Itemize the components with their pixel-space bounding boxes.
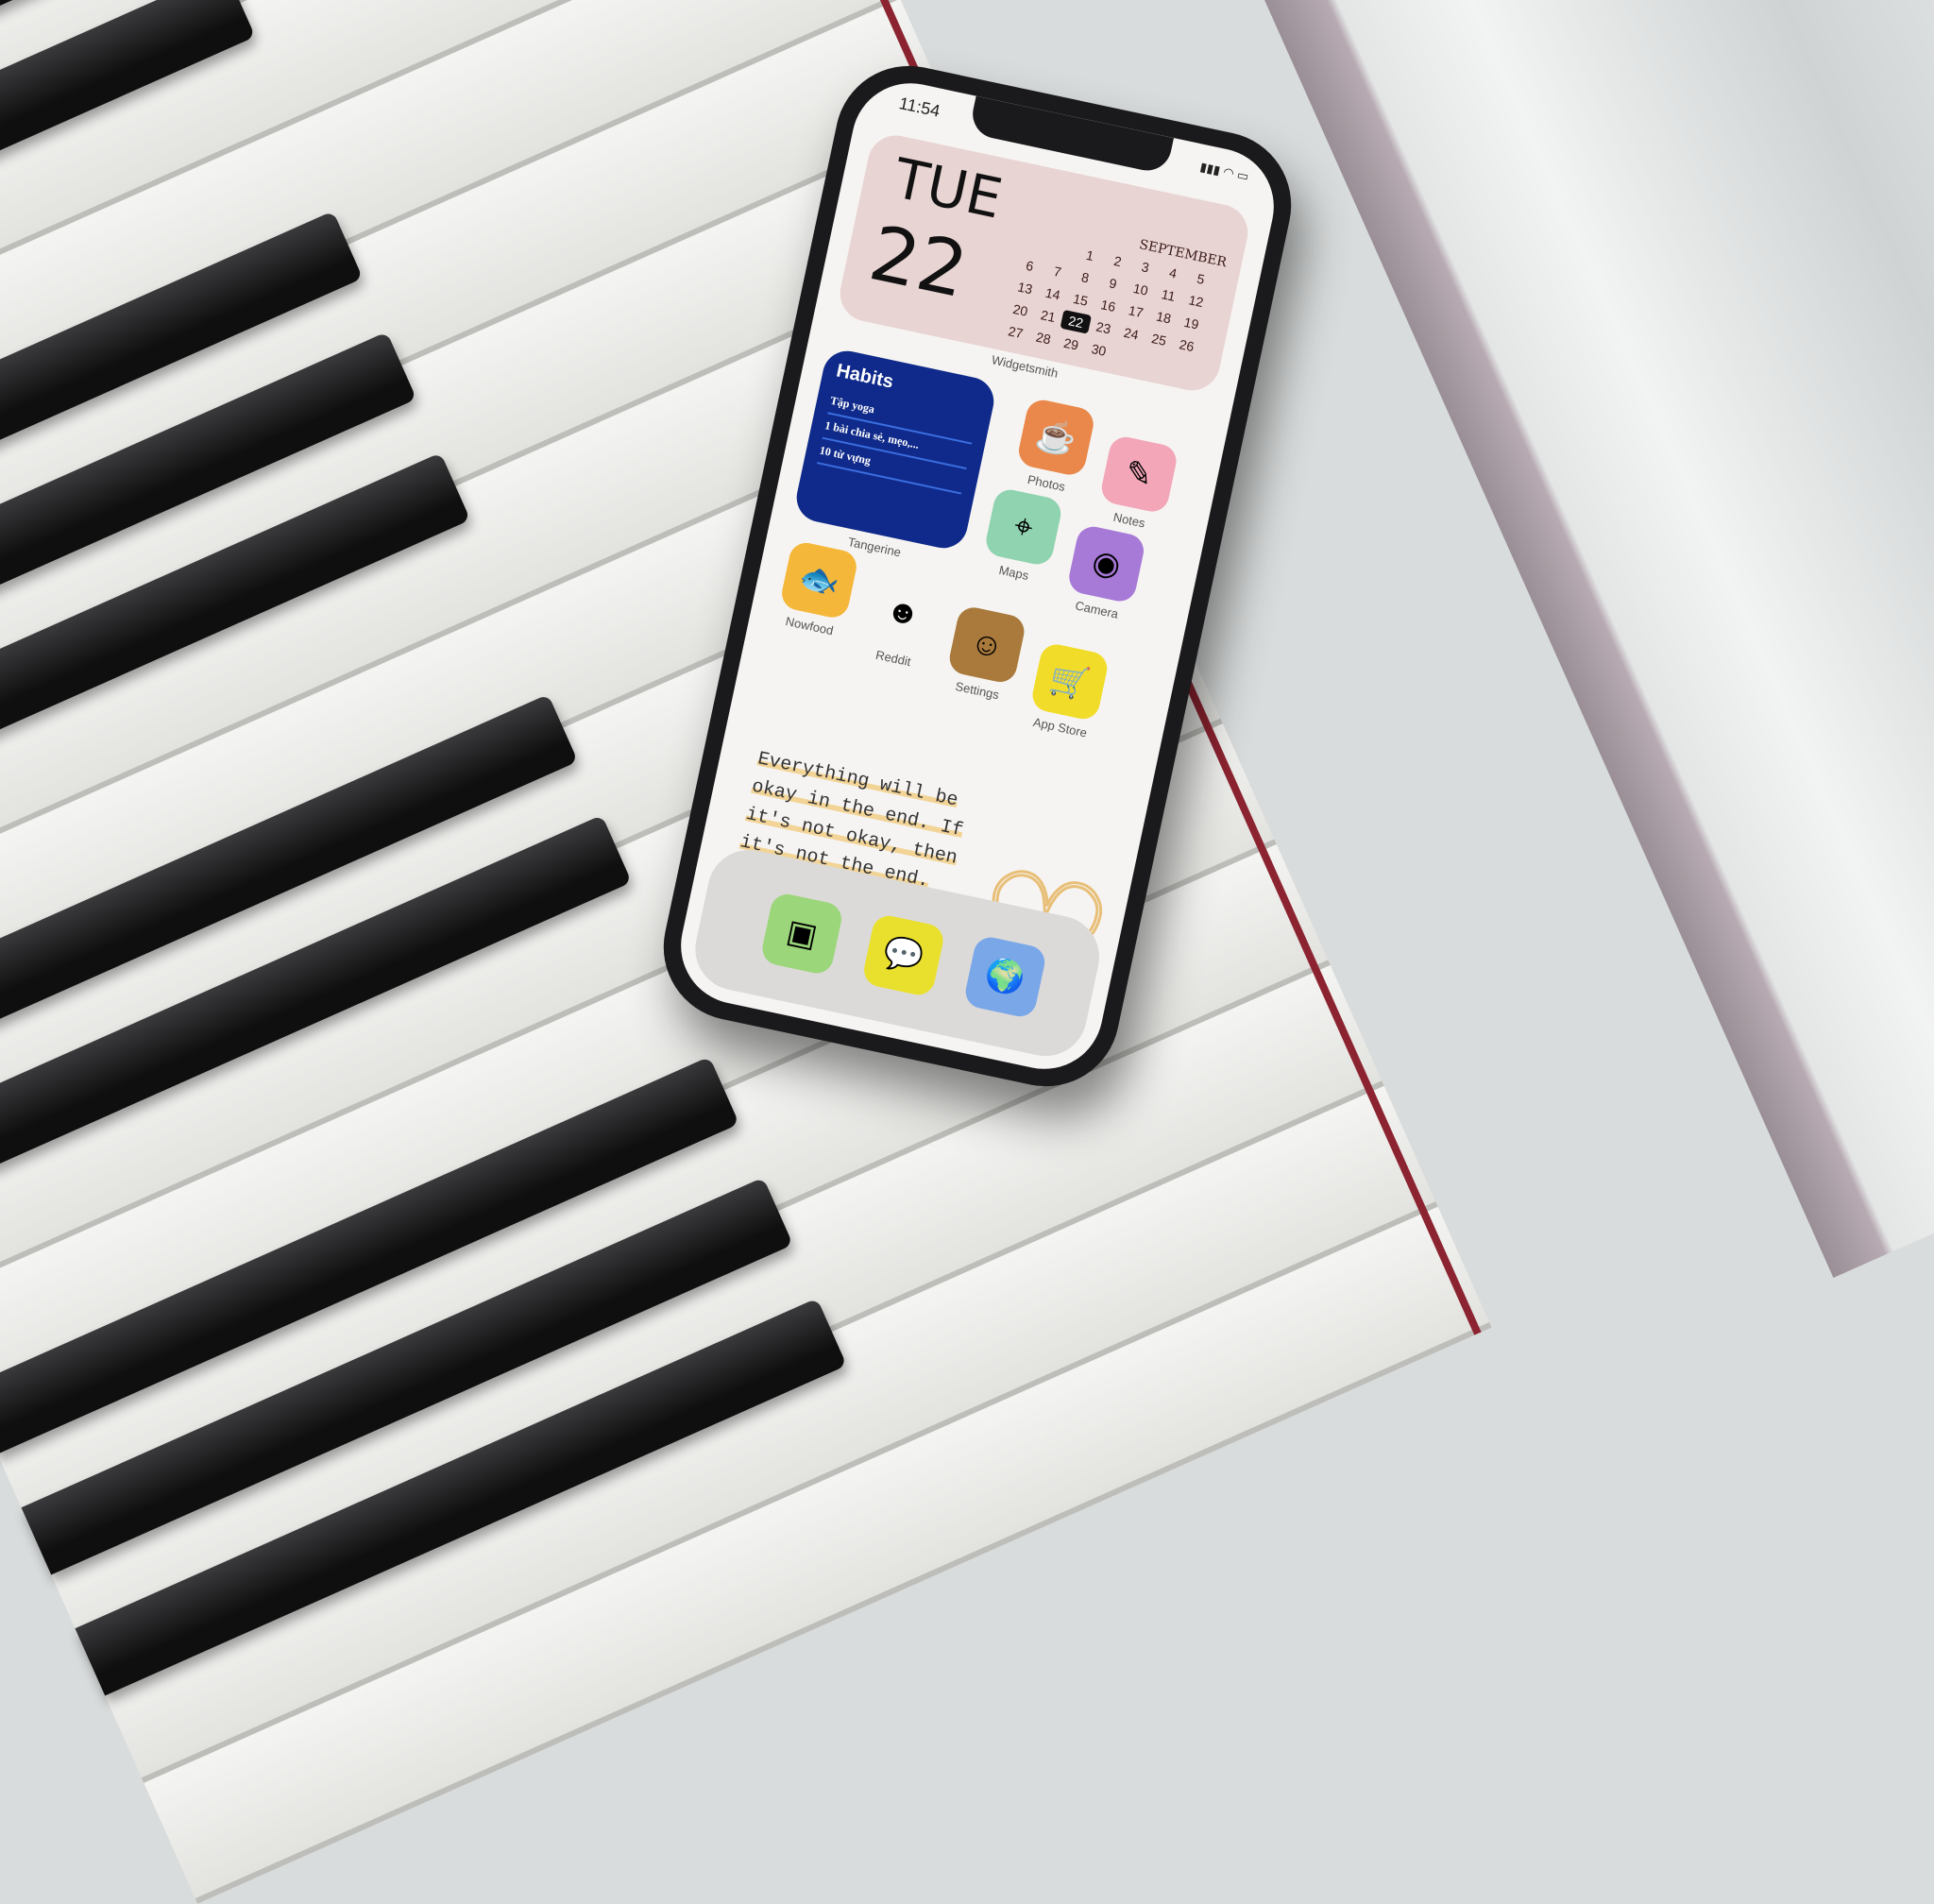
calendar-day: 19: [1182, 314, 1200, 332]
status-time: 11:54: [897, 94, 942, 121]
calendar-day: 15: [1071, 290, 1090, 309]
calendar-day: 3: [1140, 259, 1151, 276]
day-number: 22: [862, 209, 975, 315]
globe-icon[interactable]: 🌍: [962, 934, 1048, 1020]
reddit-icon: ☻: [862, 571, 943, 654]
calendar-day: 6: [1025, 257, 1036, 275]
messages-icon[interactable]: 💬: [860, 912, 946, 998]
calendar-day: 17: [1127, 302, 1145, 321]
app-maps[interactable]: ⌖ Maps: [974, 485, 1070, 587]
app-settings[interactable]: ☺ Settings: [937, 604, 1033, 706]
calendar-widget[interactable]: TUE 22 SEPTEMBER 1 2 3 4 5 6 7 8 9 10 11 12 13 14 15 16…: [835, 129, 1253, 396]
app-camera[interactable]: ◉ Camera: [1057, 522, 1153, 624]
calendar-day: 10: [1131, 280, 1150, 298]
settings-icon: ☺: [946, 604, 1027, 686]
habits-widget[interactable]: Habits Tập yoga 1 bài chia sẻ, mẹo,... 1…: [791, 346, 999, 553]
calendar-day: 29: [1061, 334, 1080, 353]
calendar-day: 21: [1039, 307, 1058, 325]
calendar-day: 26: [1178, 336, 1196, 355]
calendar-day: 1: [1084, 246, 1095, 264]
calendar-day: 13: [1016, 279, 1034, 298]
maps-icon: ⌖: [983, 486, 1064, 568]
calendar-day: 23: [1094, 318, 1112, 337]
calendar-day: 24: [1122, 324, 1141, 343]
wifi-icon: ◠: [1221, 163, 1236, 180]
notes-icon: ✎: [1098, 434, 1179, 515]
app-store-icon: 🛒: [1029, 641, 1111, 722]
calendar-day: 5: [1196, 270, 1207, 287]
calendar-day: 14: [1043, 284, 1062, 303]
calendar-day: 25: [1149, 331, 1168, 348]
calendar-day: 8: [1079, 269, 1091, 286]
photos-icon: ☕: [1015, 397, 1097, 478]
app-photos[interactable]: ☕ Photos: [1006, 396, 1102, 498]
calendar-day: 9: [1108, 275, 1119, 292]
calendar-day: 11: [1160, 286, 1178, 304]
app-notes[interactable]: ✎ Notes: [1089, 433, 1185, 535]
calendar-day: 20: [1011, 300, 1029, 319]
calendar-day: 27: [1007, 323, 1025, 342]
calendar-day: 22: [1060, 309, 1093, 334]
camera-icon: ◉: [1065, 523, 1147, 604]
status-icons: ▮▮▮ ◠ ▭: [1198, 159, 1250, 185]
calendar-day: 16: [1099, 297, 1117, 314]
signal-icon: ▮▮▮: [1198, 159, 1222, 178]
calendar-day: 2: [1112, 252, 1124, 270]
nowfood-icon: 🐟: [778, 539, 860, 620]
calendar-day: [1046, 237, 1078, 262]
calendar-day: [1019, 231, 1051, 256]
book-icon[interactable]: ▣: [759, 891, 845, 977]
calendar-day: 30: [1090, 341, 1108, 359]
calendar-day: 28: [1034, 329, 1053, 348]
battery-icon: ▭: [1235, 167, 1250, 184]
calendar-day: 4: [1167, 264, 1179, 281]
app-nowfood[interactable]: 🐟 Nowfood: [770, 538, 866, 640]
calendar-day: 12: [1187, 292, 1205, 311]
app-app-store[interactable]: 🛒 App Store: [1020, 640, 1116, 742]
calendar-day: 7: [1052, 263, 1063, 280]
calendar-day: 18: [1154, 308, 1173, 327]
app-reddit[interactable]: ☻ Reddit: [853, 571, 949, 673]
